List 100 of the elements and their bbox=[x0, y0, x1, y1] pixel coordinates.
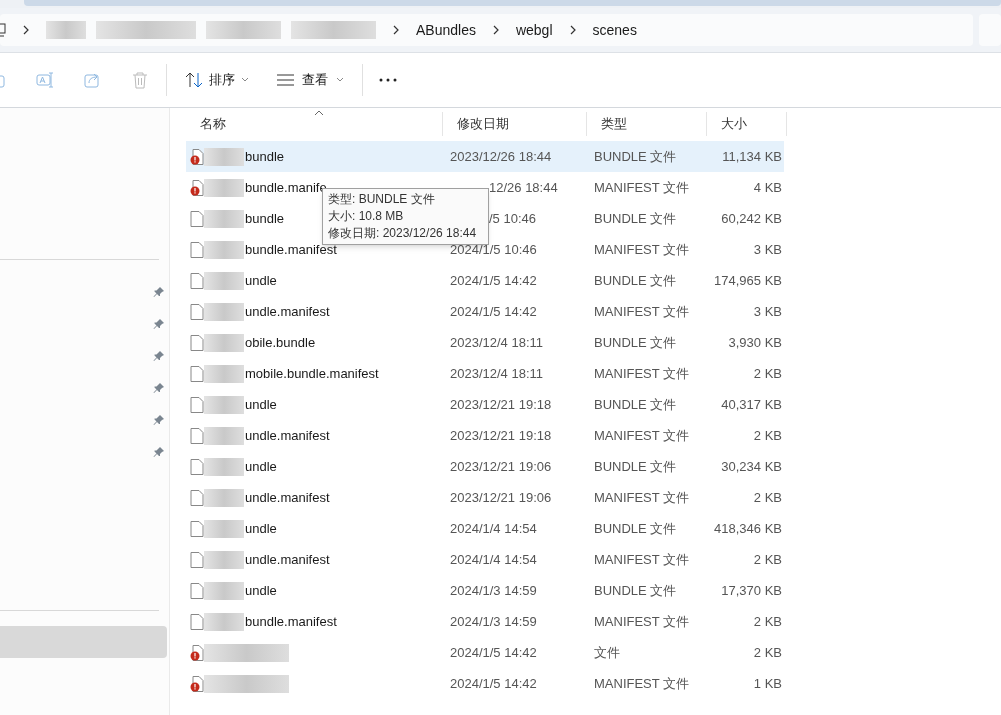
file-name: undle bbox=[245, 519, 277, 538]
chevron-down-icon bbox=[241, 77, 249, 83]
size-cell-text: 3 KB bbox=[752, 240, 782, 259]
breadcrumb-item[interactable]: scenes bbox=[592, 19, 637, 41]
chevron-right-icon bbox=[392, 24, 400, 36]
date-cell-text: 2024/1/4 14:54 bbox=[450, 519, 537, 538]
size-cell-text: 4 KB bbox=[752, 178, 782, 197]
file-name: undle bbox=[245, 457, 277, 476]
file-name: undle.manifest bbox=[245, 302, 330, 321]
date-cell-text: 2024/1/5 14:42 bbox=[450, 643, 537, 662]
file-name: bundle bbox=[245, 147, 285, 166]
date-cell-text: 2024/1/5 14:42 bbox=[450, 674, 537, 693]
redaction-blur bbox=[204, 426, 244, 445]
type-cell-text: 文件 bbox=[593, 643, 621, 662]
date-cell-text: 2024/1/5 14:42 bbox=[450, 302, 537, 321]
date-cell-text: 2023/12/21 19:06 bbox=[450, 457, 552, 476]
sort-ascending-icon bbox=[314, 110, 324, 116]
column-header[interactable]: 类型 bbox=[587, 112, 707, 136]
size-cell-text: 2 KB bbox=[752, 364, 782, 383]
type-cell-text: BUNDLE 文件 bbox=[593, 333, 678, 352]
size-cell-text: 30,234 KB bbox=[720, 457, 782, 476]
chevron-right-icon bbox=[22, 24, 30, 36]
pin-icon[interactable] bbox=[153, 286, 165, 298]
redaction-blur bbox=[204, 519, 244, 538]
redaction-blur bbox=[204, 488, 244, 507]
type-cell-text: MANIFEST 文件 bbox=[593, 302, 691, 321]
pin-icon[interactable] bbox=[153, 414, 165, 426]
type-cell-text: MANIFEST 文件 bbox=[593, 550, 691, 569]
file-warning-icon bbox=[190, 148, 204, 165]
type-cell-text: MANIFEST 文件 bbox=[593, 364, 691, 383]
size-cell-text: 60,242 KB bbox=[720, 209, 782, 228]
date-cell-text: 2023/12/26 18:44 bbox=[450, 147, 552, 166]
breadcrumb-item[interactable]: webgl bbox=[515, 19, 553, 41]
type-cell-text: BUNDLE 文件 bbox=[593, 147, 678, 166]
pin-icon[interactable] bbox=[153, 446, 165, 458]
file-warning-icon bbox=[190, 675, 204, 692]
file-name: bundle bbox=[245, 209, 285, 228]
breadcrumb-item[interactable]: ABundles bbox=[416, 19, 476, 41]
redaction-blur bbox=[204, 271, 244, 290]
date-cell-text: 2024/1/3 14:59 bbox=[450, 612, 537, 631]
type-cell-text: MANIFEST 文件 bbox=[593, 426, 691, 445]
file-name: obile.bundle bbox=[245, 333, 316, 352]
column-header[interactable]: 大小 bbox=[707, 112, 787, 136]
type-cell-text: BUNDLE 文件 bbox=[593, 581, 678, 600]
size-cell-text: 2 KB bbox=[752, 612, 782, 631]
chevron-right-icon bbox=[568, 24, 577, 36]
pin-icon[interactable] bbox=[153, 318, 165, 330]
type-cell-text: BUNDLE 文件 bbox=[593, 209, 678, 228]
view-button[interactable]: 查看 bbox=[273, 70, 348, 90]
size-cell-text: 1 KB bbox=[752, 674, 782, 693]
sort-button[interactable]: 排序 bbox=[181, 70, 253, 90]
size-cell-text: 2 KB bbox=[752, 488, 782, 507]
redaction-blur bbox=[204, 550, 244, 569]
redaction-blur bbox=[204, 457, 244, 476]
pin-icon[interactable] bbox=[153, 350, 165, 362]
computer-icon bbox=[0, 23, 6, 37]
size-cell-text: 174,965 KB bbox=[713, 271, 782, 290]
redaction-blur bbox=[204, 612, 244, 631]
size-cell-text: 2 KB bbox=[752, 550, 782, 569]
file-name: undle.manifest bbox=[245, 488, 330, 507]
date-cell-text: 2023/12/4 18:11 bbox=[450, 333, 543, 352]
file-name: undle bbox=[245, 395, 277, 414]
size-cell-text: 40,317 KB bbox=[720, 395, 782, 414]
file-warning-icon bbox=[190, 179, 204, 196]
type-cell-text: MANIFEST 文件 bbox=[593, 178, 691, 197]
file-name: bundle.manifest bbox=[245, 612, 337, 631]
file-name: undle bbox=[245, 581, 277, 600]
file-warning-icon bbox=[190, 644, 204, 661]
date-cell-text: 2024/1/4 14:54 bbox=[450, 550, 537, 569]
type-cell-text: BUNDLE 文件 bbox=[593, 395, 678, 414]
more-icon[interactable] bbox=[379, 78, 397, 82]
pin-icon[interactable] bbox=[153, 382, 165, 394]
column-header[interactable]: 修改日期 bbox=[443, 112, 587, 136]
column-header[interactable]: 名称 bbox=[186, 112, 443, 136]
type-cell-text: MANIFEST 文件 bbox=[593, 488, 691, 507]
redaction-blur bbox=[204, 581, 244, 600]
type-cell-text: MANIFEST 文件 bbox=[593, 612, 691, 631]
redaction-blur bbox=[204, 240, 244, 259]
size-cell-text: 2 KB bbox=[752, 426, 782, 445]
sort-icon bbox=[185, 72, 203, 88]
redaction-blur bbox=[204, 302, 244, 321]
type-cell-text: MANIFEST 文件 bbox=[593, 240, 691, 259]
type-cell-text: MANIFEST 文件 bbox=[593, 674, 691, 693]
size-cell-text: 418,346 KB bbox=[713, 519, 782, 538]
file-name: undle bbox=[245, 271, 277, 290]
redaction-blur bbox=[204, 147, 244, 166]
size-cell-text: 3,930 KB bbox=[727, 333, 782, 352]
type-cell-text: BUNDLE 文件 bbox=[593, 271, 678, 290]
chevron-right-icon bbox=[491, 24, 500, 36]
redaction-blur bbox=[204, 395, 244, 414]
date-cell-text: /5 10:46 bbox=[489, 209, 536, 228]
redaction-blur bbox=[46, 21, 86, 39]
delete-icon[interactable] bbox=[132, 71, 148, 89]
date-cell-text: 12/26 18:44 bbox=[489, 178, 558, 197]
size-cell-text: 17,370 KB bbox=[720, 581, 782, 600]
redaction-blur bbox=[204, 178, 244, 197]
address-bar[interactable]: ABundles webgl scenes bbox=[0, 14, 973, 46]
file-row[interactable]: bundle 2023/12/26 18:44 BUNDLE 文件 11,134 KB bbox=[186, 141, 784, 172]
type-cell-text: BUNDLE 文件 bbox=[593, 457, 678, 476]
chevron-down-icon bbox=[336, 77, 344, 83]
